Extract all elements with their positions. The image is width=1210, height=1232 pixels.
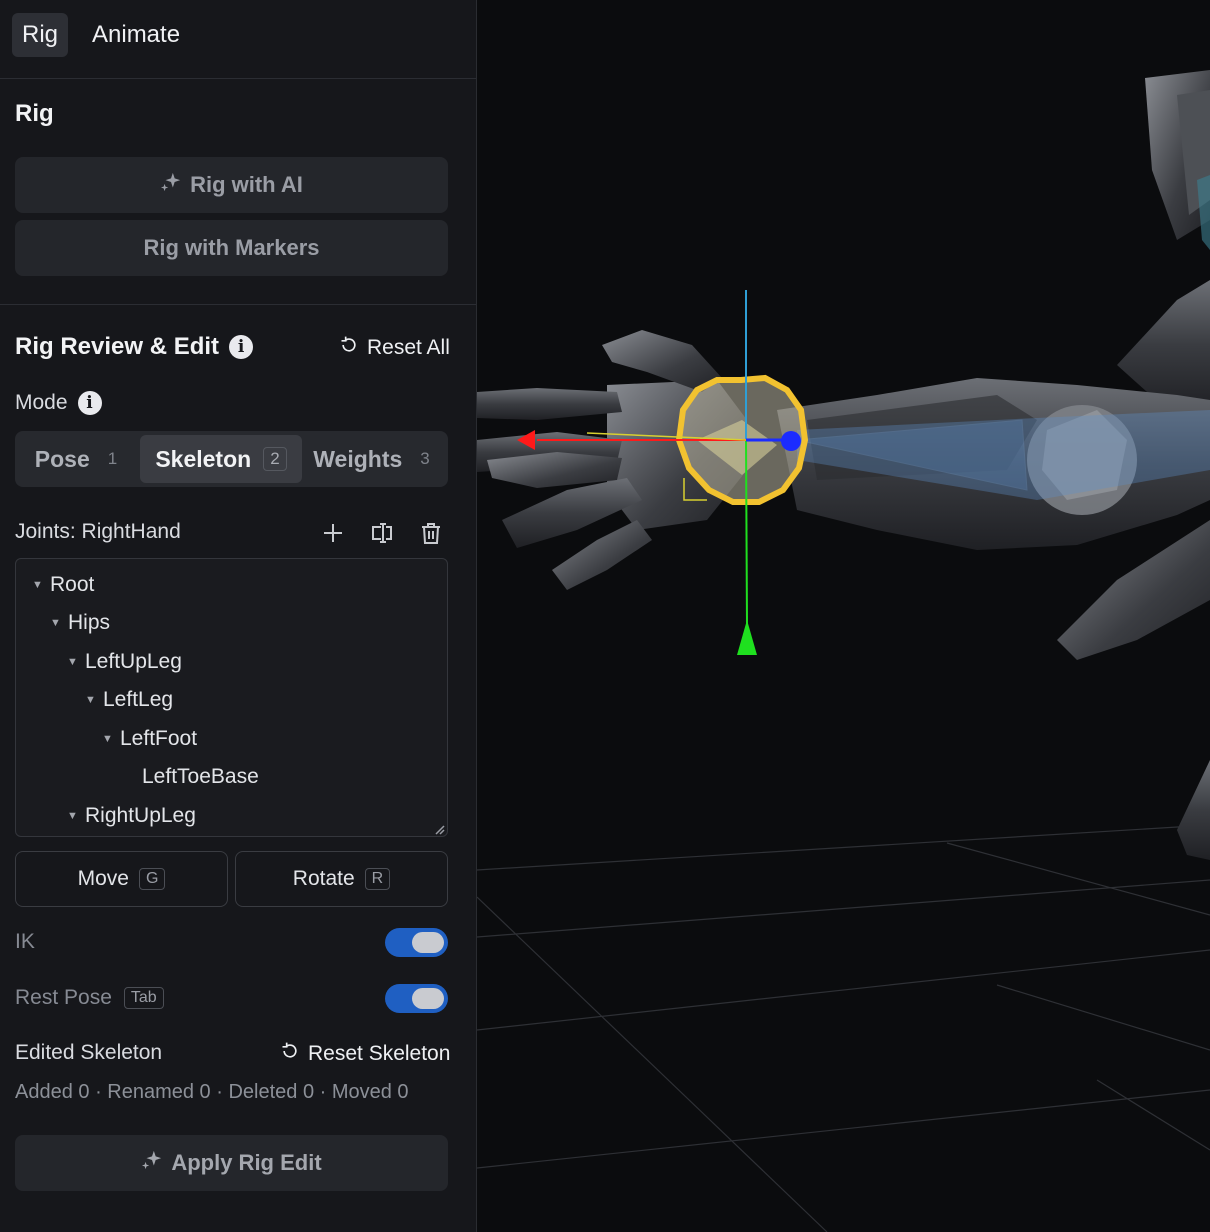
gizmo-z-handle[interactable] <box>781 431 801 451</box>
rig-review-title-text: Rig Review & Edit <box>15 333 220 360</box>
rest-pose-toggle[interactable] <box>385 984 448 1013</box>
trash-icon <box>416 523 446 552</box>
gizmo-y-axis[interactable] <box>745 439 748 626</box>
mode-weights-label: Weights <box>313 445 403 472</box>
rotate-tool-button[interactable]: Rotate R <box>235 851 448 907</box>
rest-pose-label-text: Rest Pose <box>15 986 112 1009</box>
joints-label: Joints: RightHand <box>15 520 181 543</box>
sparkle-icon <box>141 1149 163 1177</box>
top-tabs: Rig Animate <box>0 0 476 79</box>
move-label: Move <box>77 867 129 890</box>
tab-animate[interactable]: Animate <box>82 13 190 57</box>
mode-label-text: Mode <box>15 391 68 414</box>
resize-grip-icon[interactable] <box>433 822 445 835</box>
toggle-knob <box>412 932 444 953</box>
reset-all-label: Reset All <box>367 336 450 359</box>
add-joint-button[interactable] <box>318 518 348 548</box>
tab-rig[interactable]: Rig <box>12 13 69 57</box>
apply-rig-edit-label: Apply Rig Edit <box>171 1150 322 1175</box>
tree-item-leftupleg[interactable]: ▼ LeftUpLeg <box>67 647 182 677</box>
reset-skeleton-label: Reset Skeleton <box>308 1042 451 1065</box>
tree-item-root[interactable]: ▼ Root <box>32 570 94 600</box>
caret-down-icon[interactable]: ▼ <box>32 570 50 600</box>
plus-icon <box>318 524 348 552</box>
tree-item-label: Root <box>50 573 95 596</box>
tree-item-rightupleg[interactable]: ▼ RightUpLeg <box>67 801 196 831</box>
tree-item-label: LeftFoot <box>120 727 198 750</box>
edited-skeleton-label: Edited Skeleton <box>15 1041 163 1064</box>
torso-armor <box>1057 280 1210 860</box>
rig-panel: Rig Animate Rig Rig with AI Rig with Mar… <box>0 0 477 1232</box>
rest-pose-label: Rest Pose Tab <box>15 986 164 1010</box>
tree-item-leftleg[interactable]: ▼ LeftLeg <box>85 685 173 715</box>
mode-pose-button[interactable]: Pose 1 <box>19 435 139 483</box>
tree-item-label: RightUpLeg <box>85 804 196 827</box>
mode-skeleton-button[interactable]: Skeleton 2 <box>140 435 302 483</box>
mode-pose-key: 1 <box>107 449 118 468</box>
rename-joint-button[interactable] <box>367 518 397 548</box>
rig-with-ai-label: Rig with AI <box>190 172 303 197</box>
toggle-knob <box>412 988 444 1009</box>
tree-item-hips[interactable]: ▼ Hips <box>50 608 110 638</box>
rig-with-markers-button[interactable]: Rig with Markers <box>15 220 448 276</box>
info-icon[interactable]: i <box>77 391 102 415</box>
mode-pose-label: Pose <box>34 445 90 472</box>
caret-down-icon[interactable]: ▼ <box>67 647 85 677</box>
reset-all-button[interactable]: Reset All <box>339 335 450 361</box>
rig-section-title: Rig <box>15 100 54 127</box>
ik-toggle[interactable] <box>385 928 448 957</box>
tree-item-label: LeftLeg <box>103 688 174 711</box>
gizmo-y-arrow[interactable] <box>737 620 757 655</box>
tree-item-label: LeftUpLeg <box>85 650 182 673</box>
reset-skeleton-button[interactable]: Reset Skeleton <box>280 1041 450 1067</box>
move-tool-button[interactable]: Move G <box>15 851 228 907</box>
tree-item-lefttoebase[interactable]: LeftToeBase <box>142 762 259 792</box>
ground-grid <box>477 824 1210 1232</box>
mode-skeleton-label: Skeleton <box>155 445 252 472</box>
apply-rig-edit-button[interactable]: Apply Rig Edit <box>15 1135 448 1191</box>
joint-tree[interactable]: ▼ Root ▼ Hips ▼ LeftUpLeg ▼ LeftLeg ▼ LeftFoo… <box>15 558 448 837</box>
caret-down-icon[interactable]: ▼ <box>85 685 103 715</box>
mode-label: Mode i <box>15 391 102 415</box>
shoulder-armor <box>1145 70 1210 250</box>
delete-joint-button[interactable] <box>416 518 446 548</box>
rotate-shortcut: R <box>364 868 391 890</box>
ik-label: IK <box>15 930 35 953</box>
tree-item-leftfoot[interactable]: ▼ LeftFoot <box>102 724 197 754</box>
caret-down-icon[interactable]: ▼ <box>102 724 120 754</box>
tree-item-label: LeftToeBase <box>142 765 259 788</box>
sparkle-icon <box>160 171 182 199</box>
rig-with-markers-label: Rig with Markers <box>143 235 320 260</box>
caret-down-icon[interactable]: ▼ <box>50 608 68 638</box>
mode-segmented-control: Pose 1 Skeleton 2 Weights 3 <box>15 431 448 487</box>
rotate-label: Rotate <box>292 867 355 890</box>
info-icon[interactable]: i <box>229 335 254 359</box>
mode-weights-button[interactable]: Weights 3 <box>305 435 444 483</box>
caret-down-icon[interactable]: ▼ <box>67 801 85 831</box>
tree-item-label: Hips <box>68 611 111 634</box>
edit-stats: Added 0 · Renamed 0 · Deleted 0 · Moved … <box>15 1081 409 1103</box>
reset-icon <box>339 335 359 361</box>
viewport-canvas[interactable] <box>477 0 1210 1232</box>
3d-viewport[interactable] <box>477 0 1210 1232</box>
rest-pose-shortcut: Tab <box>123 987 164 1009</box>
rig-with-ai-button[interactable]: Rig with AI <box>15 157 448 213</box>
section-divider <box>0 304 476 305</box>
rig-review-title: Rig Review & Edit i <box>15 333 254 361</box>
rename-icon <box>367 523 397 552</box>
mode-skeleton-key: 2 <box>263 447 287 471</box>
move-shortcut: G <box>138 868 166 890</box>
reset-icon <box>280 1041 300 1067</box>
mode-weights-key: 3 <box>420 449 430 468</box>
forearm-mesh <box>777 378 1210 550</box>
